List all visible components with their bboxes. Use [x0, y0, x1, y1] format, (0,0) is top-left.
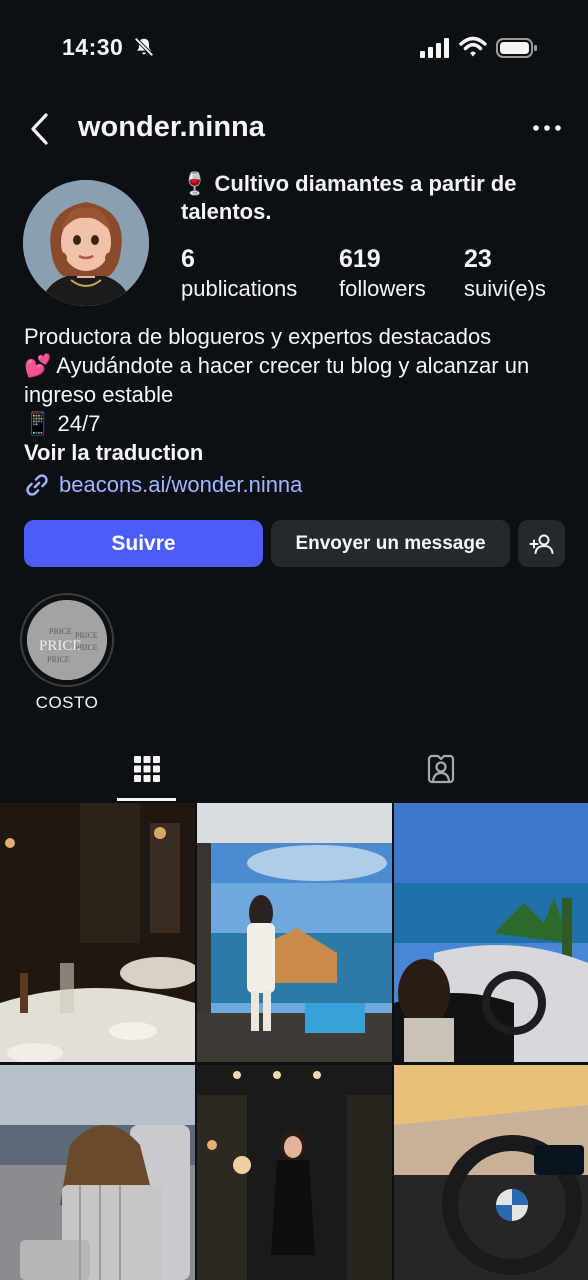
post-thumbnail[interactable]: [0, 803, 195, 1062]
post-thumbnail[interactable]: [394, 1065, 588, 1280]
wifi-icon: [459, 36, 487, 57]
cover-text: PRICE: [75, 643, 98, 652]
active-tab-indicator: [117, 798, 176, 801]
profile-link[interactable]: beacons.ai/wonder.ninna: [24, 472, 302, 498]
cover-text: PRICE: [47, 655, 70, 664]
bio-line: Productora de blogueros y expertos desta…: [24, 324, 492, 349]
status-bar: 14:30: [0, 0, 588, 96]
profile-bio: Productora de blogueros y expertos desta…: [24, 322, 572, 438]
sea-view-photo: [197, 803, 392, 1062]
translate-link[interactable]: Voir la traduction: [24, 440, 203, 466]
chevron-left-icon[interactable]: [26, 112, 56, 146]
bio-line: 💕 Ayudándote a hacer crecer tu blog y al…: [24, 353, 530, 407]
stat-followers[interactable]: 619 followers: [339, 244, 426, 304]
stat-posts-value: 6: [181, 245, 195, 273]
highlight-cover-art: PRICE PRICE PRICE PRICE PRICE: [27, 600, 107, 680]
bell-slash-icon: [134, 37, 154, 57]
tab-tagged[interactable]: [294, 745, 588, 800]
grid-icon: [134, 756, 160, 782]
stat-followers-label: followers: [339, 276, 426, 301]
tab-grid[interactable]: [0, 745, 294, 800]
highlight-label: COSTO: [35, 693, 99, 712]
avatar[interactable]: [23, 180, 149, 306]
stat-posts-label: publications: [181, 276, 298, 301]
posts-grid: [0, 803, 588, 1280]
convertible-car-photo: [394, 803, 588, 1062]
post-thumbnail[interactable]: [197, 803, 392, 1062]
profile-link-text: beacons.ai/wonder.ninna: [59, 472, 303, 497]
more-dots-icon[interactable]: [532, 118, 562, 138]
add-user-icon: [529, 534, 553, 554]
stat-following-value: 23: [464, 245, 492, 273]
stat-followers-value: 619: [339, 245, 381, 273]
airport-luggage-photo: [0, 1065, 195, 1280]
stat-posts[interactable]: 6 publications: [181, 244, 297, 304]
restaurant-photo: [0, 803, 195, 1062]
status-time: 14:30: [62, 34, 124, 60]
signal-icon: [420, 38, 449, 58]
stat-following-label: suivi(e)s: [464, 276, 546, 301]
avatar-illustration: [23, 180, 149, 306]
battery-icon: [496, 38, 537, 58]
lounge-photo: [197, 1065, 392, 1280]
cover-text: PRICE: [49, 627, 72, 636]
profile-headline: 🍷 Cultivo diamantes a partir de talentos…: [181, 171, 517, 224]
follow-button[interactable]: Suivre: [24, 520, 263, 567]
highlight-cover: PRICE PRICE PRICE PRICE PRICE: [27, 600, 107, 680]
message-button[interactable]: Envoyer un message: [271, 520, 510, 567]
post-thumbnail[interactable]: [0, 1065, 195, 1280]
link-icon: [26, 474, 48, 496]
add-user-button[interactable]: [518, 520, 565, 567]
post-thumbnail[interactable]: [394, 803, 588, 1062]
steering-wheel-photo: [394, 1065, 588, 1280]
stat-following[interactable]: 23 suivi(e)s: [464, 244, 546, 304]
post-thumbnail[interactable]: [197, 1065, 392, 1280]
tagged-person-icon: [427, 754, 455, 784]
profile-username: wonder.ninna: [78, 111, 265, 143]
story-highlight[interactable]: PRICE PRICE PRICE PRICE PRICE: [20, 593, 114, 687]
bio-line: 📱 24/7: [24, 411, 101, 436]
